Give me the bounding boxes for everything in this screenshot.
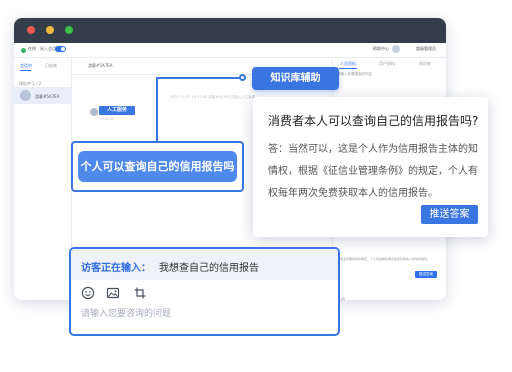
visitor-question-bubble: 个人可以查询自己的信用报告吗 [78, 151, 237, 182]
chat-title: 游客#5A7EA [88, 63, 113, 68]
typing-label: 访客正在输入： [81, 263, 151, 274]
kb-question: 消费者本人可以查询自己的信用报告吗? [268, 114, 479, 128]
tab-ended-sessions[interactable]: 已结束 [45, 63, 57, 69]
screenshot-icon[interactable] [133, 286, 147, 300]
message-input-panel: 访客正在输入： 我想查自己的信用报告 请输入您要咨询的问题 [69, 247, 340, 336]
tab-active-sessions[interactable]: 会话中 [20, 63, 32, 69]
avatar[interactable] [392, 45, 400, 53]
connector-line-horizontal [157, 77, 241, 79]
kb-snippet: 征信业管理条例的规定，个人有权每年两次免费获取本人的信用报告。 [337, 257, 431, 261]
tab-underline [339, 68, 357, 69]
avatar [90, 108, 98, 116]
status-label: 在线 [28, 46, 36, 51]
push-answer-button[interactable]: 推送答案 [421, 205, 478, 224]
window-maximize-button[interactable] [65, 26, 73, 34]
tab-knowledge-base[interactable]: 知识库 [419, 61, 431, 67]
accept-session-label: 接入会话 [40, 46, 56, 51]
emoji-icon[interactable] [81, 286, 95, 300]
window-minimize-button[interactable] [46, 26, 54, 34]
tab-user-info[interactable]: 用户资料 [379, 61, 395, 67]
online-status-icon [21, 48, 26, 53]
question-highlight: 个人可以查询自己的信用报告吗 [71, 141, 244, 192]
app-topbar: 在线 接入会话 帮助中心 超级管理员 [14, 43, 446, 58]
knowledge-base-card: 消费者本人可以查询自己的信用报告吗? 答：当然可以，这是个人作为信用报告主体的知… [253, 97, 488, 237]
window-close-button[interactable] [27, 26, 35, 34]
window-titlebar [14, 18, 446, 43]
tab-underline [20, 70, 31, 71]
image-icon[interactable] [106, 286, 120, 300]
tab-person-info[interactable]: 人员资料 [340, 61, 356, 67]
search-input[interactable]: 请输入你要搜索的内容 [337, 72, 372, 77]
typing-preview-bar: 访客正在输入： 我想查自己的信用报告 [71, 249, 338, 280]
visitor-name: 游客#5A7EA [35, 94, 60, 99]
typing-text: 我想查自己的信用报告 [159, 263, 259, 274]
kb-answer: 答：当然可以，这是个人作为信用报告主体的知情权，根据《征信业管理条例》的规定，个… [268, 144, 478, 199]
message-input[interactable]: 请输入您要咨询的问题 [81, 306, 171, 319]
message-time: 14:32:05 [100, 117, 114, 121]
knowledge-base-badge: 知识库辅助 [252, 67, 339, 90]
connector-dot [239, 74, 246, 81]
accept-session-toggle[interactable] [55, 46, 66, 52]
system-message: 2023-11-07 14:32:05 游客#5A7EA 已接入人工客服 [170, 95, 256, 99]
list-item[interactable]: 游客#5A7EA [14, 87, 72, 104]
connector-line-vertical [156, 77, 158, 141]
session-list-panel: 会话中 已结束 排队中 1 / 2 游客#5A7EA [14, 58, 72, 300]
user-name[interactable]: 超级管理员 [416, 46, 436, 52]
agent-service-tag: 人工服务 [99, 106, 135, 115]
avatar [20, 90, 31, 101]
push-answer-button-bg[interactable]: 推送答案 [415, 271, 437, 278]
help-center-link[interactable]: 帮助中心 [373, 46, 389, 52]
